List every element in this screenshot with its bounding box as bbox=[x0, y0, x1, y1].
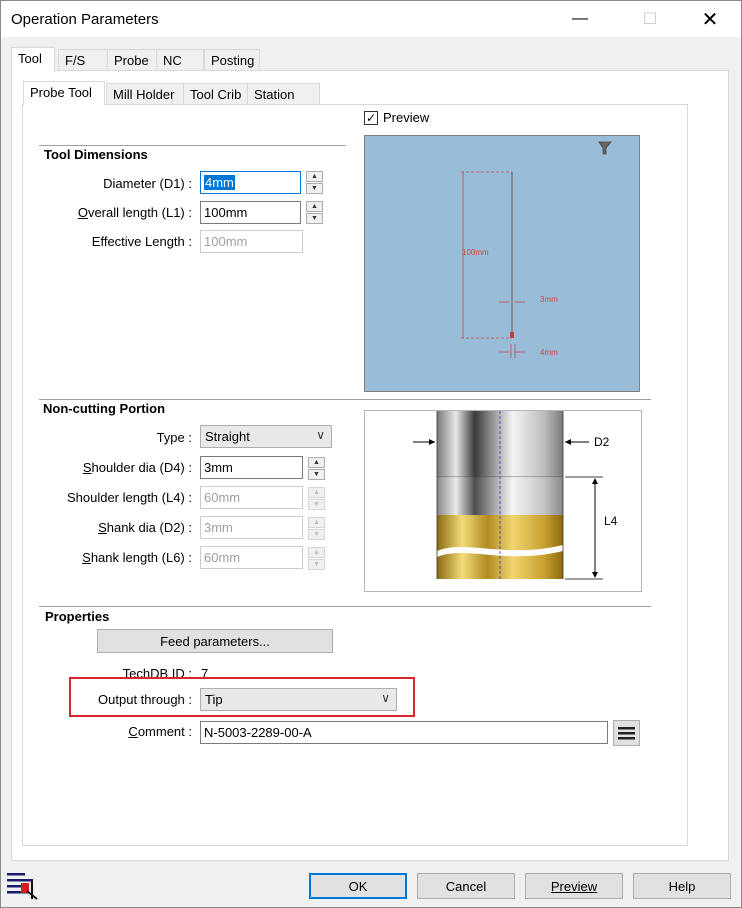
tab-tool[interactable]: Tool bbox=[11, 47, 55, 71]
minimize-button[interactable]: — bbox=[557, 1, 603, 37]
app-logo-icon bbox=[7, 871, 39, 901]
diameter-label: Diameter (D1) : bbox=[103, 176, 192, 191]
sub-tabstrip: Probe Tool Mill Holder Tool Crib Station bbox=[23, 81, 323, 105]
overall-length-label: Overall length (L1) : bbox=[77, 205, 192, 220]
shoulder-dia-input[interactable]: 3mm bbox=[200, 456, 303, 479]
tab-fs[interactable]: F/S bbox=[58, 49, 110, 71]
ok-button[interactable]: OK bbox=[309, 873, 407, 899]
shoulder-dia-spinner[interactable]: ▲ ▼ bbox=[308, 457, 325, 480]
diameter-input[interactable]: 4mm bbox=[200, 171, 301, 194]
non-cutting-title: Non-cutting Portion bbox=[43, 401, 166, 416]
comment-input[interactable]: N-5003-2289-00-A bbox=[200, 721, 608, 744]
close-button[interactable]: ✕ bbox=[687, 1, 733, 37]
shank-length-input: 60mm bbox=[200, 546, 303, 569]
l4-diagram-label: L4 bbox=[604, 514, 618, 528]
feed-parameters-button[interactable]: Feed parameters... bbox=[97, 629, 333, 653]
diameter-spinner[interactable]: ▲ ▼ bbox=[306, 171, 323, 194]
effective-length-label: Effective Length : bbox=[91, 234, 192, 249]
tool-icon bbox=[598, 141, 612, 155]
properties-title: Properties bbox=[45, 609, 110, 624]
d2-diagram-label: D2 bbox=[594, 435, 610, 449]
dialog-window: Operation Parameters — ☐ ✕ Tool F/S Prob… bbox=[0, 0, 742, 908]
effective-length-input: 100mm bbox=[200, 230, 303, 253]
shank-dia-input: 3mm bbox=[200, 516, 303, 539]
tool-dimensions-title: Tool Dimensions bbox=[44, 147, 148, 162]
tab-probe-tool[interactable]: Probe Tool bbox=[23, 81, 105, 105]
shank-dia-spinner: ▲ ▼ bbox=[308, 517, 325, 540]
list-icon bbox=[618, 726, 635, 739]
shoulder-length-spinner: ▲ ▼ bbox=[308, 487, 325, 510]
length-dimension-text: 100mm bbox=[462, 248, 489, 257]
type-select[interactable]: Straight ∨ bbox=[200, 425, 332, 448]
tab-nc[interactable]: NC bbox=[156, 49, 204, 71]
tab-station[interactable]: Station bbox=[247, 83, 320, 105]
preview-checkbox-label: Preview bbox=[383, 110, 430, 125]
type-label: Type : bbox=[156, 430, 192, 445]
shank-length-spinner: ▲ ▼ bbox=[308, 547, 325, 570]
comment-label: Comment : bbox=[128, 724, 192, 739]
maximize-button: ☐ bbox=[642, 11, 658, 28]
tool-preview-drawing: 100mm 3mm 4mm bbox=[461, 141, 612, 358]
title-bar[interactable]: Operation Parameters — ☐ ✕ bbox=[1, 1, 741, 37]
chevron-down-icon: ∨ bbox=[381, 691, 390, 705]
chevron-down-icon: ∨ bbox=[316, 428, 325, 442]
tool-preview-canvas: 100mm 3mm 4mm bbox=[364, 135, 640, 392]
comment-menu-button[interactable] bbox=[613, 720, 640, 746]
non-cutting-rule bbox=[39, 399, 651, 400]
shoulder-length-input: 60mm bbox=[200, 486, 303, 509]
overall-length-spinner[interactable]: ▲ ▼ bbox=[306, 201, 323, 224]
shank-length-label: Shank length (L6) : bbox=[82, 550, 192, 565]
output-through-select[interactable]: Tip ∨ bbox=[200, 688, 397, 711]
help-button[interactable]: Help bbox=[633, 873, 731, 899]
shank-dia-label: Shank dia (D2) : bbox=[98, 520, 192, 535]
output-through-label: Output through : bbox=[98, 692, 192, 707]
shoulder-length-label: Shoulder length (L4) : bbox=[66, 490, 192, 505]
tool-tip bbox=[510, 332, 514, 338]
cancel-button[interactable]: Cancel bbox=[417, 873, 515, 899]
tool-dimensions-rule bbox=[39, 145, 346, 146]
shoulder-dia-label: Shoulder dia (D4) : bbox=[82, 460, 192, 475]
preview-button[interactable]: Preview bbox=[525, 873, 623, 899]
shoulder-dimension-text: 3mm bbox=[540, 295, 558, 304]
main-tabstrip: Tool F/S Probe NC Posting bbox=[11, 47, 411, 71]
overall-length-input[interactable]: 100mm bbox=[200, 201, 301, 224]
tab-posting[interactable]: Posting bbox=[204, 49, 260, 71]
properties-rule bbox=[39, 606, 651, 607]
window-title: Operation Parameters bbox=[11, 11, 159, 28]
tab-probe[interactable]: Probe bbox=[107, 49, 157, 71]
non-cutting-diagram: D2 L4 bbox=[364, 410, 642, 592]
tip-dimension-text: 4mm bbox=[540, 348, 558, 357]
preview-checkbox[interactable]: ✓ bbox=[364, 111, 378, 125]
